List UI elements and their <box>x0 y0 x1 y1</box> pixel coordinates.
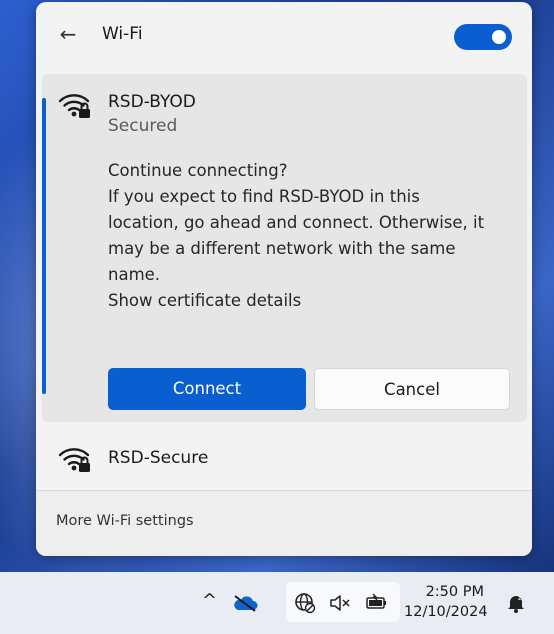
speaker-muted-icon <box>330 595 350 611</box>
wifi-flyout: ← Wi-Fi RSD-BYOD Secured Continue connec… <box>36 2 532 556</box>
prompt-line: may be a different network with the same <box>108 239 456 258</box>
connect-button[interactable]: Connect <box>108 368 306 410</box>
wifi-secured-icon <box>58 448 90 472</box>
prompt-line: Continue connecting? <box>108 161 288 180</box>
back-arrow-icon[interactable]: ← <box>56 21 80 47</box>
wifi-header: ← Wi-Fi <box>36 2 532 68</box>
clock[interactable]: 2:50 PM 12/10/2024 <box>404 582 488 622</box>
prompt-line: location, go ahead and connect. Otherwis… <box>108 213 485 232</box>
notification-bell-icon[interactable]: z <box>505 592 527 614</box>
selection-indicator <box>42 98 46 394</box>
chevron-up-icon[interactable]: ^ <box>202 590 217 611</box>
wifi-secured-icon <box>58 94 90 118</box>
prompt-line: name. <box>108 265 161 284</box>
clock-time: 2:50 PM <box>425 584 484 600</box>
toggle-knob <box>492 30 506 44</box>
network-globe-icon <box>295 593 316 614</box>
connect-prompt: Continue connecting? If you expect to fi… <box>108 158 518 314</box>
tray-quick-settings[interactable] <box>286 582 400 622</box>
network-name: RSD-Secure <box>108 448 209 468</box>
prompt-line: If you expect to find RSD-BYOD in this <box>108 187 420 206</box>
svg-text:z: z <box>518 594 522 602</box>
show-certificate-link[interactable]: Show certificate details <box>108 288 518 314</box>
clock-date: 12/10/2024 <box>404 604 488 620</box>
network-status: Secured <box>108 116 178 136</box>
battery-icon <box>366 593 386 609</box>
network-item-selected: RSD-BYOD Secured Continue connecting? If… <box>42 74 527 422</box>
flyout-footer: More Wi-Fi settings <box>36 491 532 556</box>
network-name: RSD-BYOD <box>108 92 196 112</box>
wifi-toggle[interactable] <box>454 24 512 50</box>
taskbar: ^ 2:50 PM 12/10/2024 z <box>0 572 554 634</box>
more-wifi-settings-link[interactable]: More Wi-Fi settings <box>56 513 194 529</box>
onedrive-icon[interactable] <box>232 594 258 612</box>
cancel-button[interactable]: Cancel <box>314 368 510 410</box>
wifi-title: Wi-Fi <box>102 24 143 44</box>
network-item-rsd-secure[interactable]: RSD-Secure <box>36 428 532 488</box>
